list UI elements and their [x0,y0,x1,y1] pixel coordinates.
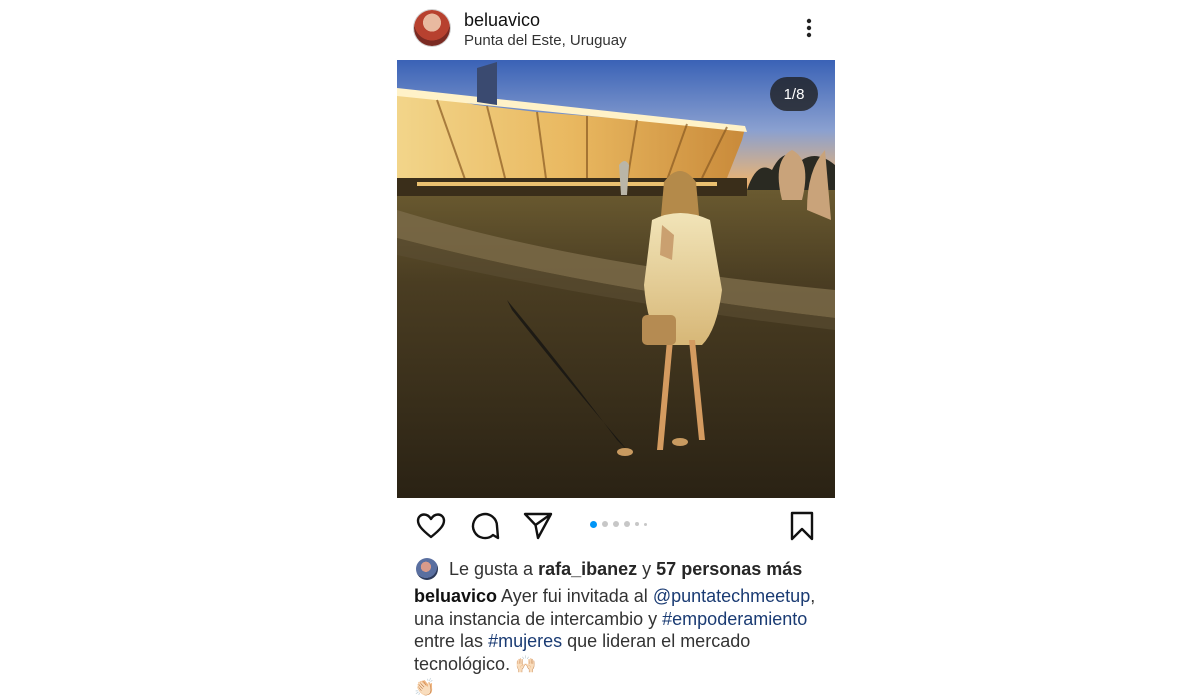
post-photo[interactable]: 1/8 [397,60,835,498]
comment-button[interactable] [469,510,501,542]
action-bar [397,498,835,554]
location[interactable]: Punta del Este, Uruguay [464,32,627,49]
more-vertical-icon [806,18,812,38]
likes-summary[interactable]: Le gusta a rafa_ibanez y 57 personas más [416,557,802,581]
clapping-hands-emoji: 👏🏻 [414,678,436,698]
send-icon [523,512,553,540]
caption-username[interactable]: beluavico [414,586,497,606]
carousel-dot [613,521,619,527]
carousel-dot [590,520,597,528]
carousel-dot [624,521,630,527]
heart-icon [416,513,446,539]
avatar[interactable] [414,10,450,46]
likes-prefix: Le gusta a [449,558,534,579]
comment-icon [471,512,500,540]
hashtag-link[interactable]: #empoderamiento [662,609,807,629]
username[interactable]: beluavico [464,10,540,31]
carousel-dot [635,522,639,526]
post-caption: beluavico Ayer fui invitada al @puntatec… [414,585,824,700]
carousel-dot [602,521,608,527]
liker-avatar [416,558,438,580]
carousel-dot [644,522,647,526]
hashtag-link[interactable]: #mujeres [488,631,562,651]
photo-scene [397,60,835,498]
photo-counter: 1/8 [770,77,818,111]
raised-hands-emoji: 🙌🏻 [515,654,537,675]
caption-text: Ayer fui invitada al [501,586,648,606]
likes-connector: y [642,558,652,579]
save-button[interactable] [786,510,818,542]
mention-link[interactable]: @puntatechmeetup [653,586,810,606]
likes-others[interactable]: 57 personas más [656,559,802,580]
liker-username[interactable]: rafa_ibanez [538,559,637,580]
share-button[interactable] [522,510,554,542]
instagram-post: beluavico Punta del Este, Uruguay 1/8 Le… [397,0,835,698]
carousel-indicator [590,520,647,528]
more-options-button[interactable] [799,16,819,40]
caption-text: entre las [414,631,484,651]
post-header: beluavico Punta del Este, Uruguay [397,0,835,60]
bookmark-icon [790,511,814,541]
like-button[interactable] [415,510,447,542]
